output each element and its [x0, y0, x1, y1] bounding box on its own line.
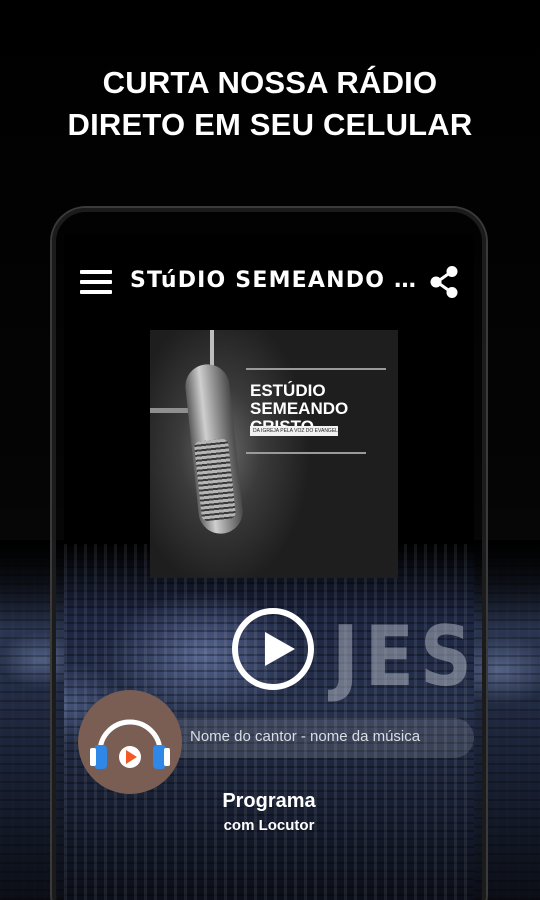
album-tagline: DA IGREJA PELA VOZ DO EVANGELHO: [250, 426, 338, 436]
album-divider-bottom: [246, 452, 366, 454]
headphones-play-icon: [90, 719, 170, 769]
app-bar: STúDIO SEMEANDO CR...: [64, 254, 474, 310]
program-host: com Locutor: [223, 817, 315, 834]
jesus-banner-text: JESUS: [332, 607, 474, 705]
album-art: ESTÚDIO SEMEANDO CRISTO DA IGREJA PELA V…: [150, 330, 398, 578]
album-divider-top: [246, 368, 386, 370]
phone-frame: JESUS STúDIO SEMEANDO CR...: [52, 208, 486, 900]
program-name: Programa: [222, 790, 316, 812]
headline-line-2: DIRETO EM SEU CELULAR: [67, 107, 473, 142]
now-playing-text: Nome do cantor - nome da música: [190, 728, 421, 745]
app-title: STúDIO SEMEANDO CR...: [130, 268, 420, 293]
promo-screen: CURTA NOSSA RÁDIO DIRETO EM SEU CELULAR …: [0, 0, 540, 900]
promo-headline: CURTA NOSSA RÁDIO DIRETO EM SEU CELULAR: [0, 62, 540, 146]
app-screen: JESUS STúDIO SEMEANDO CR...: [64, 234, 474, 900]
headline-line-1: CURTA NOSSA RÁDIO: [102, 65, 438, 100]
station-cover[interactable]: [78, 690, 182, 794]
menu-icon[interactable]: [80, 266, 112, 298]
share-icon[interactable]: [426, 264, 462, 300]
play-button[interactable]: [232, 608, 314, 690]
